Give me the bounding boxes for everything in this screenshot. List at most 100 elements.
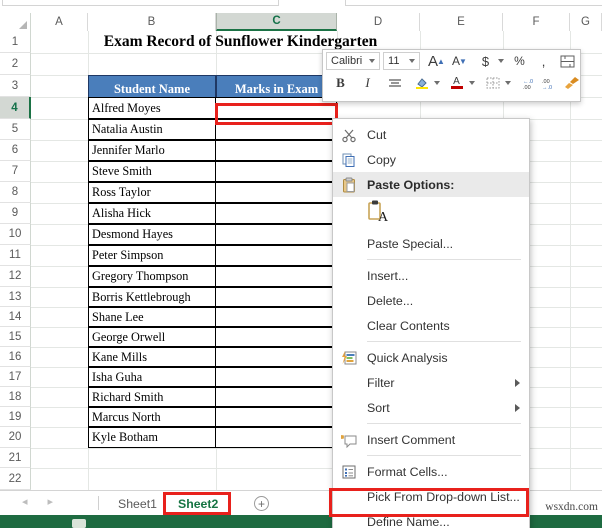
table-cell-student-name[interactable]: Jennifer Marlo [88, 140, 216, 161]
context-menu-item-insert[interactable]: Insert... [333, 263, 529, 288]
context-menu-item-paste-special[interactable]: Paste Special... [333, 231, 529, 256]
select-all-corner[interactable] [0, 13, 31, 31]
format-painter-button[interactable] [562, 73, 581, 93]
accounting-format-button[interactable]: $ [476, 51, 495, 71]
bold-button[interactable]: B [331, 73, 350, 93]
percent-style-button[interactable]: % [510, 51, 529, 71]
table-cell-student-name[interactable]: Peter Simpson [88, 245, 216, 266]
table-cell-student-name[interactable]: Alfred Moyes [88, 97, 216, 119]
table-cell-student-name[interactable]: Alisha Hick [88, 203, 216, 224]
table-cell-marks[interactable] [215, 407, 337, 427]
row-header-22[interactable]: 22 [0, 468, 31, 490]
font-color-chevron-down-icon[interactable] [469, 81, 475, 85]
table-cell-marks[interactable] [215, 367, 337, 387]
row-header-3[interactable]: 3 [0, 75, 31, 97]
row-header-6[interactable]: 6 [0, 140, 31, 161]
context-menu-item-filter[interactable]: Filter [333, 370, 529, 395]
table-cell-marks[interactable] [215, 347, 337, 367]
table-cell-marks[interactable] [215, 266, 337, 287]
table-cell-marks[interactable] [215, 307, 337, 327]
column-header-f[interactable]: F [503, 13, 570, 31]
context-menu-item-sort[interactable]: Sort [333, 395, 529, 420]
previous-sheet-icon[interactable]: ◂ [22, 495, 28, 508]
decrease-font-size-button[interactable]: A ▼ [450, 51, 469, 71]
merge-and-center-button[interactable] [558, 51, 577, 71]
row-header-21[interactable]: 21 [0, 448, 31, 468]
column-header-c[interactable]: C [216, 13, 337, 31]
row-header-17[interactable]: 17 [0, 367, 31, 387]
increase-decimal-button[interactable]: ←.0 .00 [518, 73, 537, 93]
table-cell-student-name[interactable]: Kyle Botham [88, 427, 216, 448]
paste-values-icon[interactable]: A [367, 199, 393, 230]
table-cell-marks[interactable] [215, 203, 337, 224]
column-header-e[interactable]: E [420, 13, 503, 31]
context-menu-item-insert-comment[interactable]: Insert Comment [333, 427, 529, 452]
row-header-11[interactable]: 11 [0, 245, 31, 266]
context-menu-item-format-cells[interactable]: Format Cells... [333, 459, 529, 484]
table-cell-student-name[interactable]: Ross Taylor [88, 182, 216, 203]
next-sheet-icon[interactable]: ▸ [48, 495, 54, 508]
increase-font-size-button[interactable]: A ▲ [427, 51, 446, 71]
font-color-button[interactable]: A [447, 73, 466, 93]
row-header-1[interactable]: 1 [0, 31, 31, 53]
row-header-15[interactable]: 15 [0, 327, 31, 347]
table-cell-marks[interactable] [215, 245, 337, 266]
row-header-5[interactable]: 5 [0, 119, 31, 140]
row-header-16[interactable]: 16 [0, 347, 31, 367]
table-cell-student-name[interactable]: Richard Smith [88, 387, 216, 407]
table-cell-student-name[interactable]: George Orwell [88, 327, 216, 347]
table-cell-marks[interactable] [215, 387, 337, 407]
table-cell-marks[interactable] [215, 327, 337, 347]
context-menu-item-pick-from-drop-down-list[interactable]: Pick From Drop-down List... [333, 484, 529, 509]
borders-button[interactable] [483, 73, 502, 93]
font-name-combo[interactable]: Calibri [326, 52, 381, 70]
table-cell-student-name[interactable]: Natalia Austin [88, 119, 216, 140]
table-cell-student-name[interactable]: Gregory Thompson [88, 266, 216, 287]
row-header-7[interactable]: 7 [0, 161, 31, 182]
borders-chevron-down-icon[interactable] [505, 81, 511, 85]
column-header-b[interactable]: B [88, 13, 216, 31]
row-header-8[interactable]: 8 [0, 182, 31, 203]
context-menu-item-quick-analysis[interactable]: Quick Analysis [333, 345, 529, 370]
decrease-decimal-button[interactable]: .00 →.0 [538, 73, 557, 93]
table-cell-marks[interactable] [215, 427, 337, 448]
context-menu-item-clear-contents[interactable]: Clear Contents [333, 313, 529, 338]
table-cell-student-name[interactable]: Shane Lee [88, 307, 216, 327]
column-header-a[interactable]: A [31, 13, 88, 31]
comma-style-button[interactable]: , [534, 51, 553, 71]
paste-options-gallery[interactable]: A [333, 197, 529, 231]
mini-toolbar[interactable]: Calibri 11 A ▲ A ▼ $ % , B I A ←.0 .00 .… [322, 49, 581, 102]
table-cell-student-name[interactable]: Marcus North [88, 407, 216, 427]
table-cell-student-name[interactable]: Kane Mills [88, 347, 216, 367]
row-header-12[interactable]: 12 [0, 266, 31, 287]
table-cell-marks[interactable] [215, 182, 337, 203]
row-header-10[interactable]: 10 [0, 224, 31, 245]
table-cell-student-name[interactable]: Isha Guha [88, 367, 216, 387]
context-menu-item-cut[interactable]: Cut [333, 122, 529, 147]
table-cell-student-name[interactable]: Desmond Hayes [88, 224, 216, 245]
row-header-19[interactable]: 19 [0, 407, 31, 427]
context-menu-item-paste-options[interactable]: Paste Options: [333, 172, 529, 197]
cell-context-menu[interactable]: Cut Copy Paste Options: A Paste Special... In… [332, 118, 530, 528]
column-header-d[interactable]: D [337, 13, 420, 31]
table-cell-marks[interactable] [215, 161, 337, 182]
font-size-combo[interactable]: 11 [383, 52, 420, 70]
fill-color-chevron-down-icon[interactable] [434, 81, 440, 85]
row-header-18[interactable]: 18 [0, 387, 31, 407]
fill-color-button[interactable] [412, 73, 431, 93]
table-cell-student-name[interactable]: Steve Smith [88, 161, 216, 182]
context-menu-item-define-name[interactable]: Define Name... [333, 509, 529, 528]
context-menu-item-copy[interactable]: Copy [333, 147, 529, 172]
accounting-chevron-down-icon[interactable] [498, 59, 504, 63]
table-cell-marks[interactable] [215, 287, 337, 307]
row-header-9[interactable]: 9 [0, 203, 31, 224]
italic-button[interactable]: I [358, 73, 377, 93]
row-header-2[interactable]: 2 [0, 53, 31, 75]
center-align-button[interactable] [385, 73, 404, 93]
row-header-13[interactable]: 13 [0, 287, 31, 307]
row-header-4[interactable]: 4 [0, 97, 31, 119]
add-sheet-button[interactable]: + [254, 496, 269, 511]
row-header-14[interactable]: 14 [0, 307, 31, 327]
table-cell-marks[interactable] [215, 224, 337, 245]
table-cell-marks[interactable] [215, 140, 337, 161]
